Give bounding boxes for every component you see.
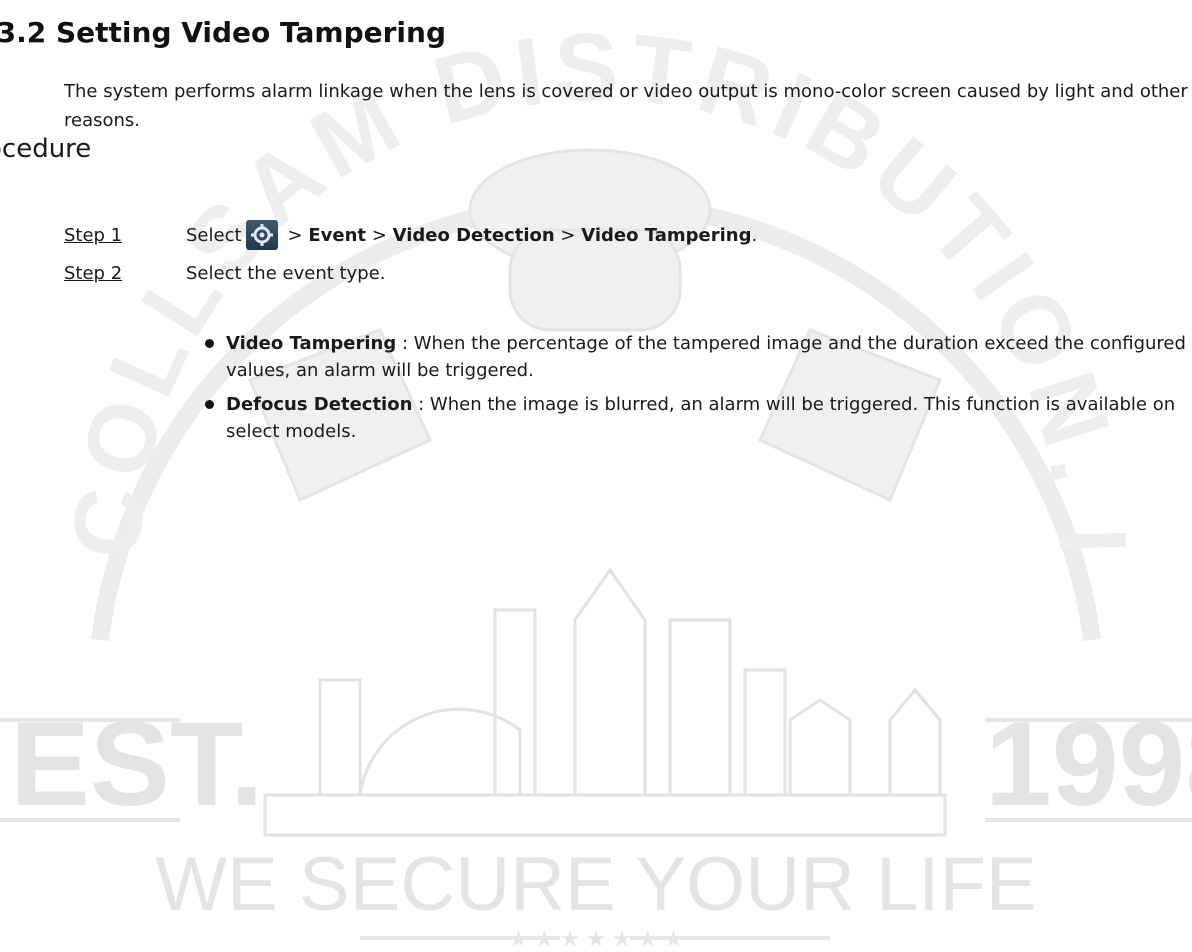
path-separator: > — [287, 224, 303, 246]
step-1-select-text: Select — [186, 224, 242, 246]
event-type-term: Video Tampering — [226, 333, 397, 354]
path-separator: > — [371, 224, 387, 246]
path-video-detection: Video Detection — [392, 224, 555, 246]
gear-icon — [245, 220, 278, 250]
step-2-label: Step 2 — [64, 262, 123, 284]
path-end: . — [751, 224, 758, 246]
step-2: Step 2 Select the event type. — [64, 257, 385, 289]
path-event: Event — [308, 224, 367, 246]
event-type-list: Video Tampering : When the percentage of… — [205, 330, 1192, 452]
path-video-tampering: Video Tampering — [581, 224, 752, 246]
step-1-label: Step 1 — [64, 224, 123, 246]
intro-paragraph: The system performs alarm linkage when t… — [64, 81, 1188, 131]
list-item: Defocus Detection : When the image is bl… — [205, 391, 1192, 445]
step-2-text: Select the event type. — [186, 262, 386, 284]
list-item: Video Tampering : When the percentage of… — [205, 330, 1192, 384]
procedure-heading: ocedure — [0, 134, 92, 164]
path-separator: > — [560, 224, 576, 246]
bullet-icon — [205, 339, 214, 348]
step-1: Step 1 Select > Event > Video Detection … — [64, 219, 757, 251]
document-page: .3.2 Setting Video Tampering The system … — [0, 0, 1192, 952]
bullet-icon — [205, 400, 214, 409]
section-title: .3.2 Setting Video Tampering — [0, 16, 447, 49]
event-type-term: Defocus Detection — [226, 394, 413, 415]
